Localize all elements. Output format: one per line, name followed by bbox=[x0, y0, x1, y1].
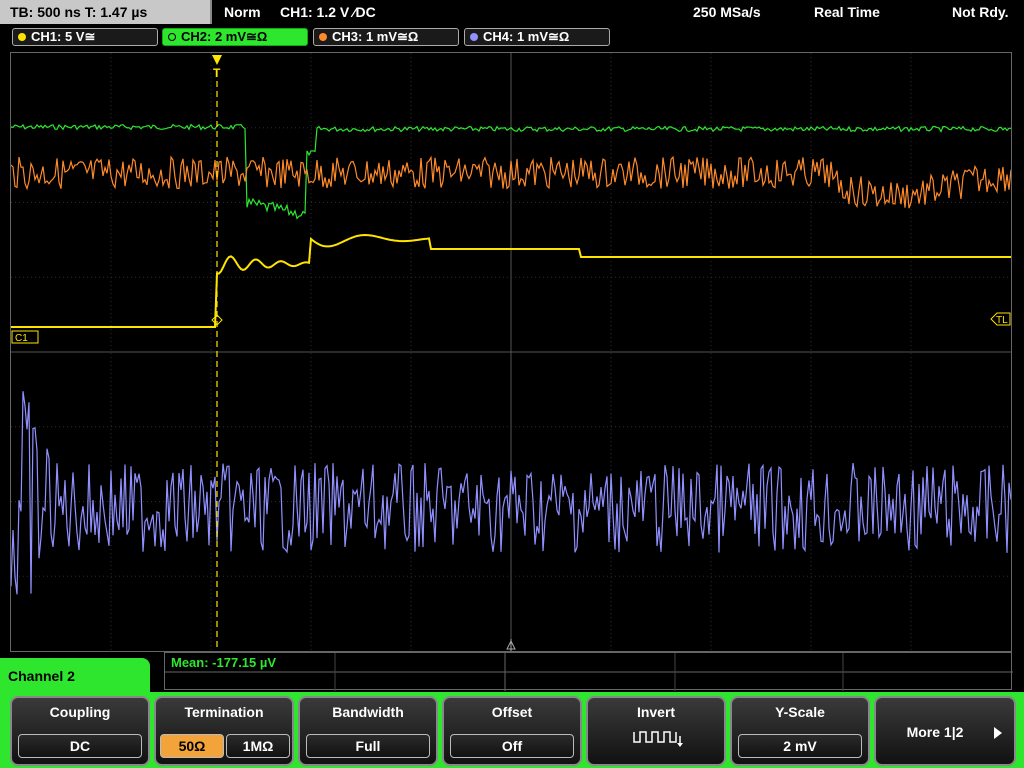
y-scale-value[interactable]: 2 mV bbox=[738, 734, 862, 758]
trigger-source[interactable]: CH1: 1.2 V ⁄DC bbox=[280, 0, 376, 24]
more-menu-label: More 1|2 bbox=[906, 724, 964, 740]
graticule-grid bbox=[11, 53, 1011, 651]
invert-waveform-icon bbox=[633, 731, 683, 747]
channel-1-label: CH1: 5 V≅ bbox=[31, 29, 96, 44]
coupling-value[interactable]: DC bbox=[18, 734, 142, 758]
more-menu-softkey[interactable]: More 1|2 bbox=[874, 696, 1016, 766]
trigger-marker-icon[interactable]: T bbox=[212, 55, 222, 80]
svg-text:TL: TL bbox=[996, 315, 1008, 326]
channel-3-label: CH3: 1 mV≅Ω bbox=[332, 29, 419, 44]
channel-2-color-icon bbox=[168, 33, 176, 41]
invert-title: Invert bbox=[636, 704, 676, 720]
coupling-softkey[interactable]: Coupling DC bbox=[10, 696, 150, 766]
channel-1-ground-marker[interactable]: C1 bbox=[11, 330, 39, 344]
timebase-readout[interactable]: TB: 500 ns T: 1.47 µs bbox=[0, 0, 212, 24]
channel-1-color-icon bbox=[18, 33, 26, 41]
channel-bar: CH1: 5 V≅ CH2: 2 mV≅Ω CH3: 1 mV≅Ω CH4: 1… bbox=[0, 26, 1024, 48]
status-bar: TB: 500 ns T: 1.47 µs Norm CH1: 1.2 V ⁄D… bbox=[0, 0, 1024, 26]
termination-1-mohm-option[interactable]: 1MΩ bbox=[226, 734, 290, 758]
channel-4-button[interactable]: CH4: 1 mV≅Ω bbox=[464, 28, 610, 46]
bandwidth-title: Bandwidth bbox=[332, 704, 404, 720]
termination-softkey[interactable]: Termination 50Ω 1MΩ bbox=[154, 696, 294, 766]
channel-3-color-icon bbox=[319, 33, 327, 41]
next-page-arrow-icon bbox=[994, 727, 1002, 739]
acquisition-mode: Real Time bbox=[814, 4, 880, 20]
measurement-grid bbox=[165, 653, 1013, 691]
termination-title: Termination bbox=[184, 704, 264, 720]
channel-4-color-icon bbox=[470, 33, 478, 41]
bandwidth-value[interactable]: Full bbox=[306, 734, 430, 758]
svg-text:C1: C1 bbox=[15, 333, 28, 344]
offset-softkey[interactable]: Offset Off bbox=[442, 696, 582, 766]
channel-3-button[interactable]: CH3: 1 mV≅Ω bbox=[313, 28, 459, 46]
svg-text:T: T bbox=[213, 66, 221, 80]
offset-value[interactable]: Off bbox=[450, 734, 574, 758]
channel-4-label: CH4: 1 mV≅Ω bbox=[483, 29, 570, 44]
channel-2-label: CH2: 2 mV≅Ω bbox=[181, 29, 268, 44]
acquisition-status: Not Rdy. bbox=[952, 4, 1009, 20]
waveform-canvas: T C1 TL bbox=[10, 53, 1012, 651]
coupling-title: Coupling bbox=[49, 704, 111, 720]
bandwidth-softkey[interactable]: Bandwidth Full bbox=[298, 696, 438, 766]
channel-2-button[interactable]: CH2: 2 mV≅Ω bbox=[162, 28, 308, 46]
offset-title: Offset bbox=[491, 704, 533, 720]
channel-1-button[interactable]: CH1: 5 V≅ bbox=[12, 28, 158, 46]
termination-50-ohm-option[interactable]: 50Ω bbox=[160, 734, 224, 758]
trigger-mode[interactable]: Norm bbox=[224, 0, 261, 24]
trigger-level-marker[interactable]: TL bbox=[990, 312, 1011, 326]
invert-softkey[interactable]: Invert bbox=[586, 696, 726, 766]
y-scale-softkey[interactable]: Y-Scale 2 mV bbox=[730, 696, 870, 766]
y-scale-title: Y-Scale bbox=[775, 704, 825, 720]
waveform-display[interactable]: T C1 TL bbox=[10, 52, 1012, 652]
sample-rate: 250 MSa/s bbox=[693, 4, 761, 20]
measurement-bar: Mean: -177.15 µV bbox=[164, 652, 1013, 691]
